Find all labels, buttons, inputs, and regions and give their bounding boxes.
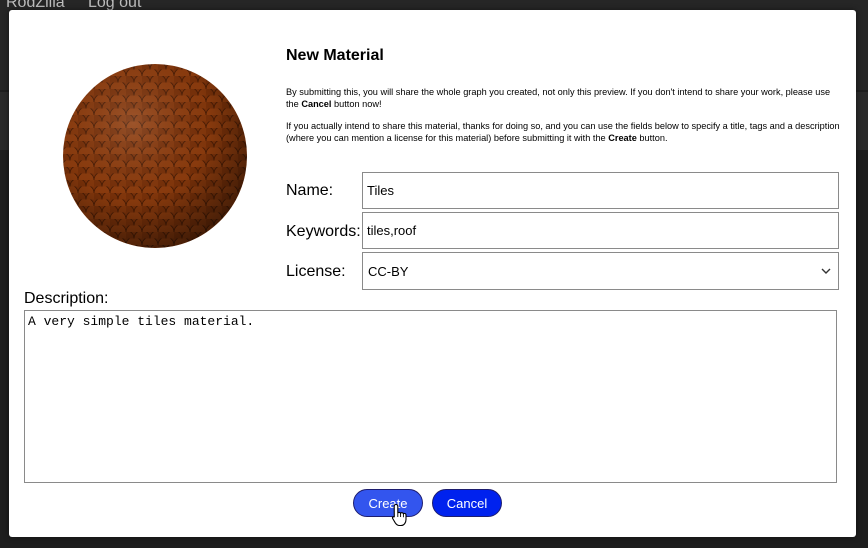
share-warning-text-end: button now! [331, 99, 382, 109]
cancel-button[interactable]: Cancel [432, 489, 502, 517]
description-label: Description: [24, 290, 109, 307]
keywords-input[interactable] [362, 212, 839, 249]
keywords-label: Keywords: [286, 223, 361, 240]
license-select[interactable]: CC-BY [362, 252, 839, 290]
hand-pointer-icon [391, 503, 407, 527]
material-preview-sphere [63, 64, 247, 248]
share-instructions-text-end: button. [636, 133, 668, 143]
new-material-dialog: New Material By submitting this, you wil… [9, 10, 856, 537]
dialog-title: New Material [286, 47, 384, 64]
share-instructions-text: If you actually intend to share this mat… [286, 120, 841, 144]
description-textarea[interactable]: A very simple tiles material. [24, 310, 837, 483]
create-button[interactable]: Create [353, 489, 423, 517]
license-selected-value: CC-BY [368, 263, 409, 279]
chevron-down-icon [821, 268, 831, 274]
share-warning-cancel-emphasis: Cancel [301, 99, 332, 109]
name-input[interactable] [362, 172, 839, 209]
license-label: License: [286, 263, 346, 280]
share-warning-text: By submitting this, you will share the w… [286, 86, 841, 110]
name-label: Name: [286, 182, 334, 199]
share-instructions-create-emphasis: Create [608, 133, 637, 143]
share-instructions-text-part: If you actually intend to share this mat… [286, 121, 840, 143]
